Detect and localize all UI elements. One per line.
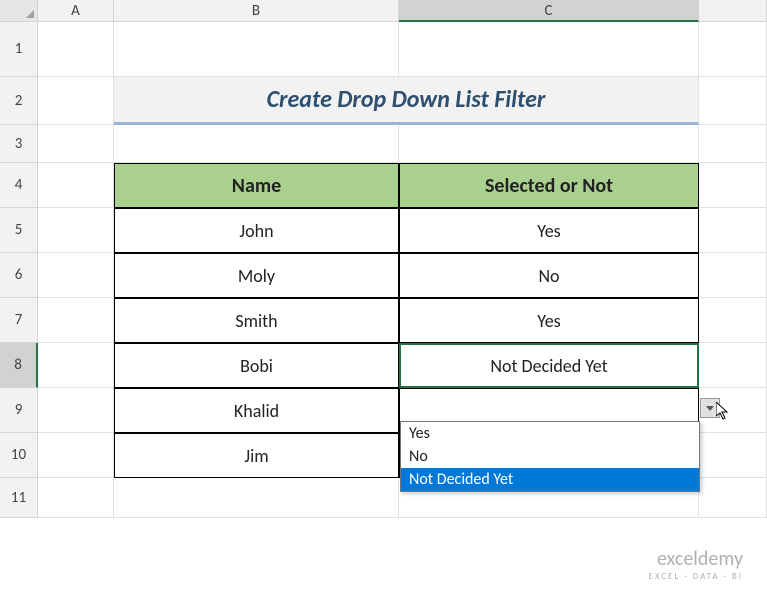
table-row[interactable]: No — [399, 253, 699, 298]
cell-A2[interactable] — [38, 77, 114, 125]
table-header-name[interactable]: Name — [114, 163, 399, 208]
cell-A6[interactable] — [38, 253, 114, 298]
cell-rest-2[interactable] — [699, 77, 767, 125]
table-row[interactable]: Bobi — [114, 343, 399, 388]
cell-rest-7[interactable] — [699, 298, 767, 343]
cell-A11[interactable] — [38, 478, 114, 518]
col-header-A[interactable]: A — [38, 0, 114, 22]
cell-A7[interactable] — [38, 298, 114, 343]
row-header-8[interactable]: 8 — [0, 343, 38, 388]
cell-rest-10[interactable] — [699, 433, 767, 478]
table-row[interactable]: Khalid — [114, 388, 399, 433]
row-header-1[interactable]: 1 — [0, 22, 38, 77]
dropdown-option[interactable]: Yes — [401, 422, 699, 445]
cell-rest-4[interactable] — [699, 163, 767, 208]
row-header-11[interactable]: 11 — [0, 478, 38, 518]
cell-rest-1[interactable] — [699, 22, 767, 77]
table-header-status[interactable]: Selected or Not — [399, 163, 699, 208]
cell-rest-6[interactable] — [699, 253, 767, 298]
cell-A3[interactable] — [38, 125, 114, 163]
row-header-6[interactable]: 6 — [0, 253, 38, 298]
cell-A8[interactable] — [38, 343, 114, 388]
row-3: 3 — [0, 125, 767, 163]
table-row[interactable]: John — [114, 208, 399, 253]
row-1: 1 — [0, 22, 767, 77]
col-header-C[interactable]: C — [399, 0, 699, 22]
cell-B3[interactable] — [114, 125, 399, 163]
cell-C1[interactable] — [399, 22, 699, 77]
row-6: 6 Moly No — [0, 253, 767, 298]
row-header-5[interactable]: 5 — [0, 208, 38, 253]
title-cell[interactable]: Create Drop Down List Filter — [114, 77, 699, 125]
table-row[interactable]: Yes — [399, 208, 699, 253]
table-row[interactable]: Jim — [114, 433, 399, 478]
row-4: 4 Name Selected or Not — [0, 163, 767, 208]
table-row[interactable]: Moly — [114, 253, 399, 298]
row-header-2[interactable]: 2 — [0, 77, 38, 125]
cell-rest-8[interactable] — [699, 343, 767, 388]
row-header-4[interactable]: 4 — [0, 163, 38, 208]
cell-B1[interactable] — [114, 22, 399, 77]
row-header-3[interactable]: 3 — [0, 125, 38, 163]
selected-cell[interactable]: Not Decided Yet — [399, 343, 699, 388]
watermark-brand: exceldemy — [649, 547, 743, 571]
cell-A10[interactable] — [38, 433, 114, 478]
cell-rest-11[interactable] — [699, 478, 767, 518]
row-2: 2 Create Drop Down List Filter — [0, 77, 767, 125]
row-header-7[interactable]: 7 — [0, 298, 38, 343]
watermark-tag: EXCEL · DATA · BI — [649, 571, 743, 582]
cell-A5[interactable] — [38, 208, 114, 253]
column-headers: A B C — [0, 0, 767, 22]
dropdown-list[interactable]: Yes No Not Decided Yet — [400, 421, 700, 492]
row-header-10[interactable]: 10 — [0, 433, 38, 478]
dropdown-option-selected[interactable]: Not Decided Yet — [401, 468, 699, 491]
cell-A1[interactable] — [38, 22, 114, 77]
select-all-corner[interactable] — [0, 0, 38, 22]
dropdown-option[interactable]: No — [401, 445, 699, 468]
table-row[interactable]: Smith — [114, 298, 399, 343]
row-5: 5 John Yes — [0, 208, 767, 253]
cell-rest-5[interactable] — [699, 208, 767, 253]
cell-A9[interactable] — [38, 388, 114, 433]
dropdown-button[interactable] — [700, 398, 720, 418]
cell-C3[interactable] — [399, 125, 699, 163]
col-header-B[interactable]: B — [114, 0, 399, 22]
watermark: exceldemy EXCEL · DATA · BI — [649, 547, 743, 582]
table-row[interactable]: Yes — [399, 298, 699, 343]
row-header-9[interactable]: 9 — [0, 388, 38, 433]
cell-B11[interactable] — [114, 478, 399, 518]
cell-A4[interactable] — [38, 163, 114, 208]
row-7: 7 Smith Yes — [0, 298, 767, 343]
row-8: 8 Bobi Not Decided Yet — [0, 343, 767, 388]
cell-rest-3[interactable] — [699, 125, 767, 163]
col-header-rest — [699, 0, 767, 22]
